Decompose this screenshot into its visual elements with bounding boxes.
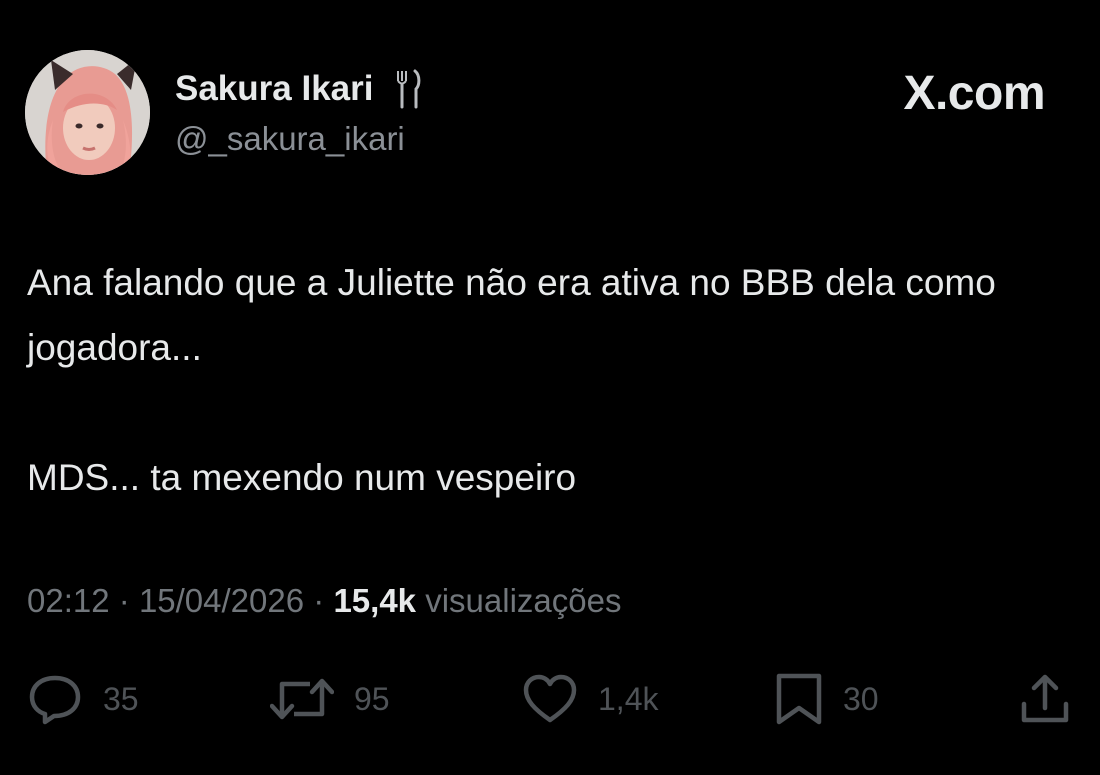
- meta-separator: ·: [313, 582, 325, 619]
- meta-separator: ·: [118, 582, 130, 619]
- author-name[interactable]: Sakura Ikari: [175, 69, 373, 109]
- tweet-text: Ana falando que a Juliette não era ativa…: [27, 250, 1077, 510]
- author-name-row[interactable]: Sakura Ikari: [175, 68, 421, 110]
- avatar-image: [25, 50, 150, 175]
- tweet-time[interactable]: 02:12: [27, 582, 110, 619]
- bookmark-count: 30: [843, 680, 879, 717]
- share-button[interactable]: [1018, 672, 1072, 726]
- avatar[interactable]: [25, 50, 150, 175]
- reply-count: 35: [103, 680, 139, 717]
- heart-icon: [523, 674, 577, 723]
- views-count: 15,4k: [333, 582, 417, 619]
- author-handle[interactable]: @_sakura_ikari: [175, 120, 405, 158]
- action-bar: 35 95 1,4k 30: [0, 672, 1100, 726]
- share-icon: [1021, 674, 1069, 723]
- tweet-date[interactable]: 15/04/2026: [139, 582, 304, 619]
- like-button[interactable]: 1,4k: [522, 672, 658, 726]
- bookmark-icon: [776, 673, 822, 725]
- like-count: 1,4k: [598, 680, 659, 717]
- reply-icon: [29, 675, 81, 725]
- reply-button[interactable]: 35: [27, 672, 139, 726]
- repost-count: 95: [354, 680, 390, 717]
- repost-icon: [270, 678, 334, 720]
- tweet-paragraph: MDS... ta mexendo num vespeiro: [27, 457, 577, 498]
- tweet-paragraph: Ana falando que a Juliette não era ativa…: [27, 262, 996, 368]
- tweet-meta: 02:12 · 15/04/2026 · 15,4k visualizações: [27, 582, 621, 620]
- repost-button[interactable]: 95: [270, 672, 390, 726]
- fork-and-knife-icon: [395, 69, 421, 109]
- views-label: visualizações: [425, 582, 622, 619]
- bookmark-button[interactable]: 30: [775, 672, 879, 726]
- brand-logo: X.com: [903, 67, 1045, 120]
